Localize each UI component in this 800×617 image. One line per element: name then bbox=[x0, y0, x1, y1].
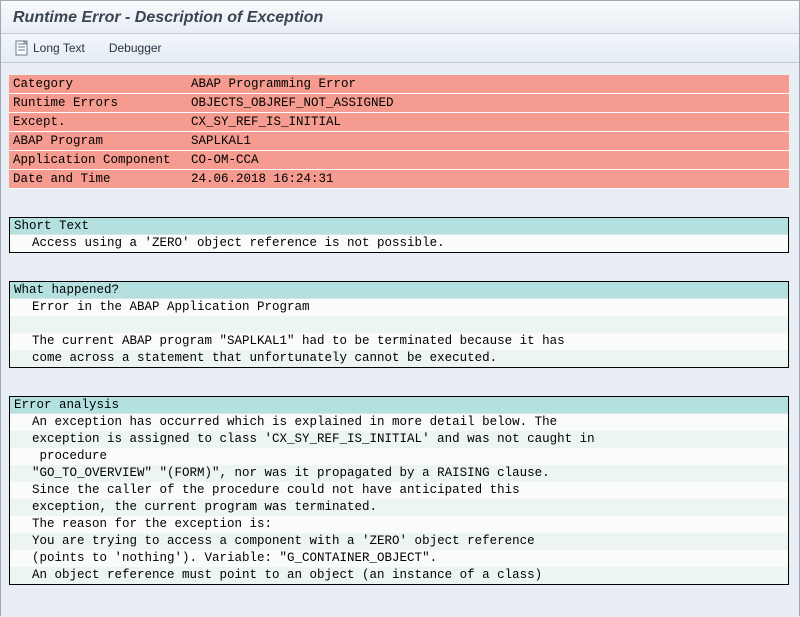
section-line: exception is assigned to class 'CX_SY_RE… bbox=[10, 431, 788, 448]
long-text-label: Long Text bbox=[33, 41, 85, 55]
section-line: procedure bbox=[10, 448, 788, 465]
header-label: ABAP Program bbox=[9, 132, 187, 151]
table-row: Runtime ErrorsOBJECTS_OBJREF_NOT_ASSIGNE… bbox=[9, 94, 789, 113]
table-row: CategoryABAP Programming Error bbox=[9, 75, 789, 94]
header-label: Date and Time bbox=[9, 170, 187, 189]
header-label: Except. bbox=[9, 113, 187, 132]
header-label: Runtime Errors bbox=[9, 94, 187, 113]
toolbar: Long Text Debugger bbox=[1, 34, 799, 63]
header-label: Category bbox=[9, 75, 187, 94]
header-value: CO-OM-CCA bbox=[187, 151, 789, 170]
what-happened-section: What happened? Error in the ABAP Applica… bbox=[9, 281, 789, 368]
section-line: An exception has occurred which is expla… bbox=[10, 414, 788, 431]
debugger-button[interactable]: Debugger bbox=[103, 39, 168, 57]
error-analysis-section: Error analysis An exception has occurred… bbox=[9, 396, 789, 585]
table-row: Application ComponentCO-OM-CCA bbox=[9, 151, 789, 170]
content-area: © www.tutorialkart.com CategoryABAP Prog… bbox=[1, 63, 799, 617]
title-bar: Runtime Error - Description of Exception bbox=[1, 1, 799, 34]
section-header-error-analysis: Error analysis bbox=[10, 397, 788, 414]
table-row: Except.CX_SY_REF_IS_INITIAL bbox=[9, 113, 789, 132]
debugger-label: Debugger bbox=[109, 41, 162, 55]
header-label: Application Component bbox=[9, 151, 187, 170]
section-line: The reason for the exception is: bbox=[10, 516, 788, 533]
header-value: ABAP Programming Error bbox=[187, 75, 789, 94]
short-text-section: Short Text Access using a 'ZERO' object … bbox=[9, 217, 789, 253]
table-row: ABAP ProgramSAPLKAL1 bbox=[9, 132, 789, 151]
table-row: Date and Time24.06.2018 16:24:31 bbox=[9, 170, 789, 189]
section-line: You are trying to access a component wit… bbox=[10, 533, 788, 550]
long-text-button[interactable]: Long Text bbox=[9, 38, 91, 58]
page-title: Runtime Error - Description of Exception bbox=[13, 9, 787, 27]
section-line: come across a statement that unfortunate… bbox=[10, 350, 788, 367]
section-line: Access using a 'ZERO' object reference i… bbox=[10, 235, 788, 252]
section-line: Since the caller of the procedure could … bbox=[10, 482, 788, 499]
header-value: 24.06.2018 16:24:31 bbox=[187, 170, 789, 189]
document-icon bbox=[15, 40, 29, 56]
section-line: An object reference must point to an obj… bbox=[10, 567, 788, 584]
header-value: CX_SY_REF_IS_INITIAL bbox=[187, 113, 789, 132]
error-header-table: CategoryABAP Programming ErrorRuntime Er… bbox=[9, 75, 789, 189]
section-header-short-text: Short Text bbox=[10, 218, 788, 235]
section-line: Error in the ABAP Application Program bbox=[10, 299, 788, 316]
section-line bbox=[10, 316, 788, 333]
section-line: "GO_TO_OVERVIEW" "(FORM)", nor was it pr… bbox=[10, 465, 788, 482]
section-line: The current ABAP program "SAPLKAL1" had … bbox=[10, 333, 788, 350]
header-value: SAPLKAL1 bbox=[187, 132, 789, 151]
section-header-what-happened: What happened? bbox=[10, 282, 788, 299]
header-value: OBJECTS_OBJREF_NOT_ASSIGNED bbox=[187, 94, 789, 113]
section-line: exception, the current program was termi… bbox=[10, 499, 788, 516]
section-line: (points to 'nothing'). Variable: "G_CONT… bbox=[10, 550, 788, 567]
